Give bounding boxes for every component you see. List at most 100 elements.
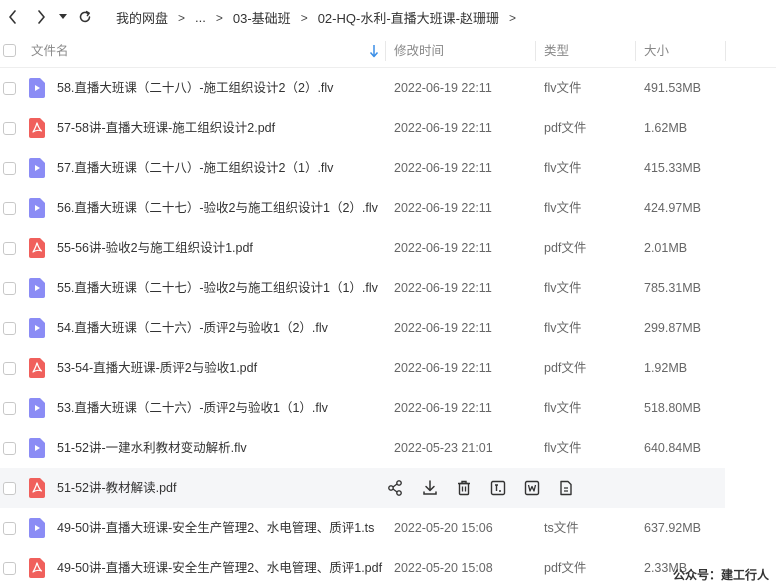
sort-descending-icon[interactable] [369,44,379,58]
file-modified-time: 2022-06-19 22:11 [394,281,492,295]
file-size: 424.97MB [644,201,701,215]
word-convert-icon[interactable] [523,479,541,497]
breadcrumb-item-folder[interactable]: 03-基础班 [233,8,291,27]
file-size: 415.33MB [644,161,701,175]
text-extract-icon[interactable] [489,479,507,497]
file-row[interactable]: 57-58讲-直播大班课-施工组织设计2.pdf 2022-06-19 22:11… [0,108,725,148]
caret-down-icon [59,14,67,19]
file-modified-time: 2022-06-19 22:11 [394,161,492,175]
file-name[interactable]: 54.直播大班课（二十六）-质评2与验收1（2）.flv [57,308,328,348]
top-toolbar: 我的网盘 > ... > 03-基础班 > 02-HQ-水利-直播大班课-赵珊珊… [0,0,776,34]
column-divider[interactable] [385,41,386,61]
file-modified-time: 2022-05-20 15:08 [394,561,493,575]
file-name[interactable]: 55-56讲-验收2与施工组织设计1.pdf [57,228,253,268]
breadcrumb-separator: > [178,10,186,25]
file-size: 785.31MB [644,281,701,295]
file-row[interactable]: 57.直播大班课（二十八）-施工组织设计2（1）.flv 2022-06-19 2… [0,148,725,188]
row-checkbox[interactable] [3,402,16,415]
file-row[interactable]: 49-50讲-直播大班课-安全生产管理2、水电管理、质评1.pdf 2022-05… [0,548,725,581]
row-checkbox[interactable] [3,202,16,215]
pdf-file-icon [29,558,45,578]
back-button[interactable] [2,6,24,28]
forward-button[interactable] [30,6,52,28]
pdf-file-icon [29,118,45,138]
breadcrumb-item-root[interactable]: 我的网盘 [116,8,168,27]
file-type: pdf文件 [544,561,587,575]
file-type: flv文件 [544,81,582,95]
row-checkbox[interactable] [3,482,16,495]
delete-icon[interactable] [455,479,473,497]
video-file-icon [29,438,45,458]
row-checkbox[interactable] [3,82,16,95]
video-file-icon [29,158,45,178]
chevron-right-icon [38,10,45,24]
watermark-text: 公众号：建工行人 [673,568,770,581]
file-row[interactable]: 51-52讲-一建水利教材变动解析.flv 2022-05-23 21:01 flv… [0,428,725,468]
file-name[interactable]: 58.直播大班课（二十八）-施工组织设计2（2）.flv [57,68,333,108]
row-checkbox[interactable] [3,242,16,255]
file-name[interactable]: 57-58讲-直播大班课-施工组织设计2.pdf [57,108,275,148]
video-file-icon [29,318,45,338]
column-header-type[interactable]: 类型 [544,34,569,68]
column-divider[interactable] [725,41,726,61]
file-modified-time: 2022-06-19 22:11 [394,81,492,95]
breadcrumb-item-ellipsis[interactable]: ... [195,10,206,25]
download-icon[interactable] [421,479,439,497]
more-file-icon[interactable] [557,479,575,497]
file-name[interactable]: 49-50讲-直播大班课-安全生产管理2、水电管理、质评1.ts [57,508,374,548]
breadcrumb-separator: > [215,10,223,25]
video-file-icon [29,518,45,538]
file-row[interactable]: 53.直播大班课（二十六）-质评2与验收1（1）.flv 2022-06-19 2… [0,388,725,428]
row-action-toolbar [386,479,576,497]
column-divider[interactable] [635,41,636,61]
row-checkbox[interactable] [3,122,16,135]
row-checkbox[interactable] [3,362,16,375]
row-checkbox[interactable] [3,562,16,575]
column-header-name[interactable]: 文件名 [31,34,69,68]
file-row[interactable]: 56.直播大班课（二十七）-验收2与施工组织设计1（2）.flv 2022-06-… [0,188,725,228]
file-row[interactable]: 58.直播大班课（二十八）-施工组织设计2（2）.flv 2022-06-19 2… [0,68,725,108]
breadcrumb-item-current[interactable]: 02-HQ-水利-直播大班课-赵珊珊 [318,8,499,27]
file-name[interactable]: 49-50讲-直播大班课-安全生产管理2、水电管理、质评1.pdf [57,548,382,581]
file-name[interactable]: 51-52讲-教材解读.pdf [57,468,176,508]
row-checkbox[interactable] [3,522,16,535]
file-name[interactable]: 51-52讲-一建水利教材变动解析.flv [57,428,247,468]
file-modified-time: 2022-06-19 22:11 [394,121,492,135]
file-row[interactable]: 49-50讲-直播大班课-安全生产管理2、水电管理、质评1.ts 2022-05-… [0,508,725,548]
row-checkbox[interactable] [3,442,16,455]
file-row[interactable]: 53-54-直播大班课-质评2与验收1.pdf 2022-06-19 22:11 p… [0,348,725,388]
share-icon[interactable] [386,479,404,497]
file-type: flv文件 [544,401,582,415]
file-type: pdf文件 [544,361,587,375]
file-row[interactable]: 54.直播大班课（二十六）-质评2与验收1（2）.flv 2022-06-19 2… [0,308,725,348]
file-modified-time: 2022-05-20 15:06 [394,521,493,535]
column-header-time[interactable]: 修改时间 [394,34,444,68]
file-row[interactable]: 55-56讲-验收2与施工组织设计1.pdf 2022-06-19 22:11 pd… [0,228,725,268]
file-name[interactable]: 57.直播大班课（二十八）-施工组织设计2（1）.flv [57,148,333,188]
row-checkbox[interactable] [3,282,16,295]
file-size: 299.87MB [644,321,701,335]
file-size: 518.80MB [644,401,701,415]
column-header-size[interactable]: 大小 [644,34,669,68]
file-name[interactable]: 56.直播大班课（二十七）-验收2与施工组织设计1（2）.flv [57,188,378,228]
file-type: pdf文件 [544,241,587,255]
video-file-icon [29,198,45,218]
file-size: 1.92MB [644,361,688,375]
file-name[interactable]: 55.直播大班课（二十七）-验收2与施工组织设计1（1）.flv [57,268,378,308]
file-modified-time: 2022-06-19 22:11 [394,361,492,375]
history-dropdown-button[interactable] [56,6,70,28]
file-modified-time: 2022-06-19 22:11 [394,241,492,255]
select-all-checkbox[interactable] [3,44,16,57]
row-checkbox[interactable] [3,162,16,175]
file-row[interactable]: 55.直播大班课（二十七）-验收2与施工组织设计1（1）.flv 2022-06-… [0,268,725,308]
row-checkbox[interactable] [3,322,16,335]
refresh-button[interactable] [74,6,96,28]
file-type: flv文件 [544,161,582,175]
file-row[interactable]: 51-52讲-教材解读.pdf [0,468,725,508]
file-size: 637.92MB [644,521,701,535]
file-name[interactable]: 53.直播大班课（二十六）-质评2与验收1（1）.flv [57,388,328,428]
column-divider[interactable] [535,41,536,61]
file-name[interactable]: 53-54-直播大班课-质评2与验收1.pdf [57,348,257,388]
file-modified-time: 2022-06-19 22:11 [394,321,492,335]
file-type: flv文件 [544,281,582,295]
